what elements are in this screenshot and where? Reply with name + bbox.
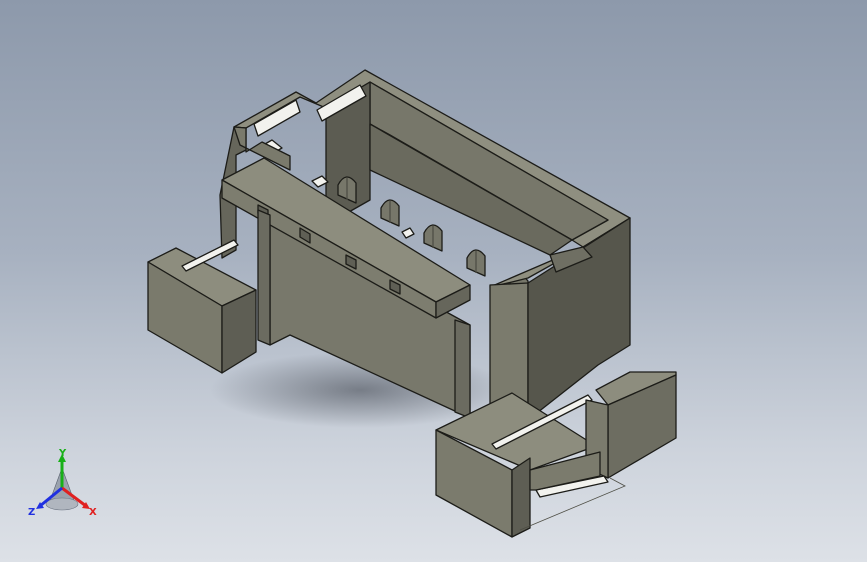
notch-white-2 (401, 227, 415, 239)
y-axis-label: Y (58, 448, 67, 459)
right-foot-side-face (511, 457, 531, 538)
z-axis-label: Z (28, 507, 35, 518)
x-axis-label: X (89, 507, 97, 518)
axis-triad[interactable]: Y X Z (26, 448, 102, 520)
front-column-left (257, 209, 271, 346)
triad-base (45, 497, 79, 511)
3d-viewport[interactable]: Y X Z (0, 0, 867, 562)
front-column-mid (454, 319, 471, 419)
connector-3d-model[interactable] (0, 0, 867, 562)
